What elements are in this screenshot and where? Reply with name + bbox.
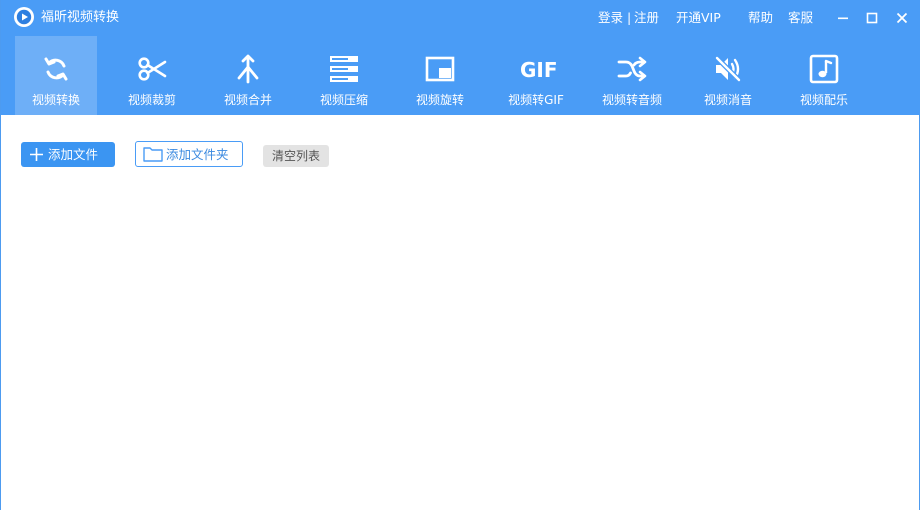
app-logo-icon: [14, 7, 34, 27]
rotate-icon: [425, 56, 455, 82]
clear-list-label: 清空列表: [271, 149, 320, 163]
file-list-area: 添加文件 添加文件夹 清空列表: [1, 115, 919, 510]
scissors-icon: [138, 57, 167, 81]
tab-video-to-gif[interactable]: GIF 视频转GIF: [495, 36, 577, 115]
tab-video-rotate[interactable]: 视频旋转: [399, 36, 481, 115]
tab-video-to-audio[interactable]: 视频转音频: [591, 36, 673, 115]
close-icon[interactable]: [893, 9, 911, 27]
shuffle-icon: [617, 56, 647, 82]
login-link[interactable]: 登录: [598, 10, 623, 26]
tab-video-mute[interactable]: 视频消音: [687, 36, 769, 115]
app-title: 福昕视频转换: [41, 10, 120, 25]
app-window: 福昕视频转换 登录 | 注册 开通VIP 帮助 客服 视频转换 视频裁剪 视频合…: [0, 0, 920, 510]
add-folder-label: 添加文件夹: [166, 147, 229, 162]
tab-video-crop[interactable]: 视频裁剪: [111, 36, 193, 115]
tab-label: 视频转音频: [601, 93, 662, 107]
minimize-icon[interactable]: [834, 9, 852, 27]
tab-label: 视频压缩: [319, 93, 368, 107]
tab-video-compress[interactable]: 视频压缩: [303, 36, 385, 115]
maximize-icon[interactable]: [863, 9, 881, 27]
register-link[interactable]: 注册: [634, 10, 659, 26]
header: 福昕视频转换 登录 | 注册 开通VIP 帮助 客服 视频转换 视频裁剪 视频合…: [1, 0, 920, 115]
tab-video-music[interactable]: 视频配乐: [783, 36, 865, 115]
tab-video-merge[interactable]: 视频合并: [207, 36, 289, 115]
title-bar: 福昕视频转换 登录 | 注册 开通VIP 帮助 客服: [1, 0, 920, 36]
svg-text:GIF: GIF: [520, 58, 557, 82]
tab-label: 视频消音: [703, 93, 752, 107]
tab-label: 视频配乐: [799, 93, 848, 107]
add-file-label: 添加文件: [48, 147, 99, 162]
refresh-icon: [44, 57, 68, 81]
tab-label: 视频合并: [223, 93, 272, 107]
tab-label: 视频裁剪: [127, 93, 176, 107]
mute-icon: [714, 55, 742, 83]
service-link[interactable]: 客服: [788, 10, 813, 26]
compress-icon: [330, 56, 358, 82]
merge-icon: [237, 54, 259, 84]
music-icon: [809, 54, 839, 84]
plus-icon: [30, 148, 43, 161]
help-link[interactable]: 帮助: [748, 10, 773, 26]
gif-icon: GIF: [520, 58, 557, 82]
login-register-separator: |: [627, 10, 632, 25]
tab-video-convert[interactable]: 视频转换: [15, 36, 97, 115]
add-folder-button[interactable]: 添加文件夹: [135, 141, 243, 167]
tab-label: 视频转换: [31, 93, 80, 107]
tool-bar: 视频转换 视频裁剪 视频合并 视频压缩 视频旋转 GIF 视频转GIF 视频转音…: [15, 36, 895, 115]
add-file-button[interactable]: 添加文件: [21, 142, 115, 167]
tab-label: 视频转GIF: [508, 93, 564, 107]
clear-list-button[interactable]: 清空列表: [263, 145, 329, 167]
folder-icon: [143, 147, 163, 162]
vip-link[interactable]: 开通VIP: [676, 10, 721, 26]
tab-label: 视频旋转: [415, 93, 464, 107]
